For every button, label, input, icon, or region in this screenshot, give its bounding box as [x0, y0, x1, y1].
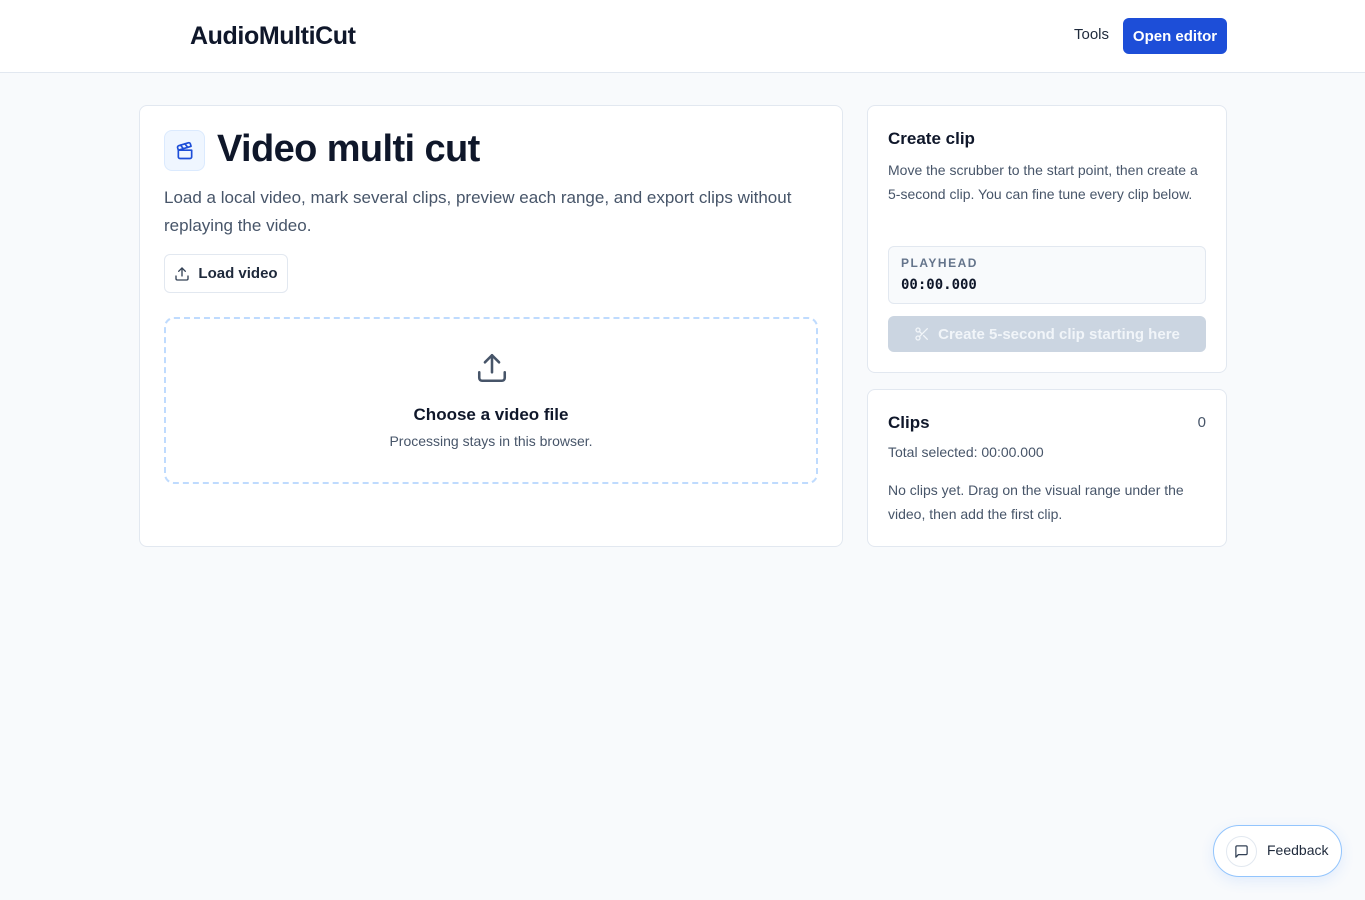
- load-video-button[interactable]: Load video: [164, 254, 288, 293]
- waveform-icon: [140, 25, 178, 47]
- upload-icon: [174, 266, 190, 282]
- create-clip-button[interactable]: Create 5-second clip starting here: [888, 316, 1206, 352]
- feedback-label: Feedback: [1267, 842, 1329, 858]
- clips-total-selected: Total selected: 00:00.000: [888, 444, 1044, 460]
- playhead-label: PLAYHEAD: [901, 256, 978, 270]
- create-clip-label: Create 5-second clip starting here: [938, 325, 1180, 343]
- open-editor-button[interactable]: Open editor: [1123, 18, 1227, 54]
- clapperboard-icon: [164, 130, 205, 171]
- message-icon: [1226, 836, 1257, 867]
- top-header: AudioMultiCut Tools Open editor: [0, 0, 1365, 73]
- load-video-label: Load video: [198, 265, 278, 282]
- dropzone-subtitle: Processing stays in this browser.: [389, 433, 593, 449]
- playhead-readout: PLAYHEAD 00:00.000: [888, 246, 1206, 304]
- clips-count-badge: 0: [1197, 414, 1206, 431]
- dropzone-title: Choose a video file: [413, 405, 569, 424]
- brand-link[interactable]: AudioMultiCut: [140, 20, 356, 52]
- clips-title: Clips: [888, 413, 930, 432]
- create-clip-card: Create clip Move the scrubber to the sta…: [867, 105, 1227, 373]
- clips-empty-message: No clips yet. Drag on the visual range u…: [888, 482, 1184, 522]
- video-multi-cut-panel: Video multi cut Load a local video, mark…: [139, 105, 843, 547]
- playhead-value: 00:00.000: [901, 277, 977, 293]
- clips-card: Clips 0 Total selected: 00:00.000 No cli…: [867, 389, 1227, 547]
- scissors-icon: [914, 326, 930, 342]
- nav-tools-link[interactable]: Tools: [1074, 26, 1109, 43]
- video-dropzone[interactable]: Choose a video file Processing stays in …: [164, 317, 818, 484]
- create-clip-description: Move the scrubber to the start point, th…: [888, 162, 1198, 202]
- feedback-button[interactable]: Feedback: [1213, 825, 1342, 877]
- page-description: Load a local video, mark several clips, …: [164, 188, 792, 235]
- create-clip-title: Create clip: [888, 129, 975, 148]
- page-title: Video multi cut: [217, 128, 480, 170]
- brand-name: AudioMultiCut: [190, 21, 356, 50]
- upload-icon: [475, 351, 509, 390]
